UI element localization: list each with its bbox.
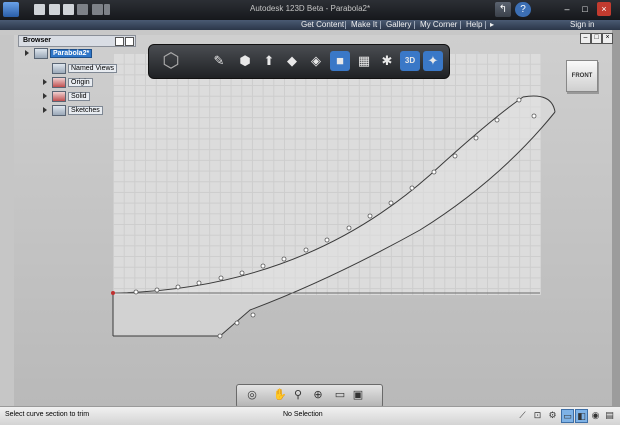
component-icon <box>34 48 48 59</box>
shaded-mode-icon[interactable]: ◧ <box>575 409 588 423</box>
record-icon[interactable]: ◉ <box>590 409 601 421</box>
origin-point[interactable] <box>111 291 115 295</box>
tree-node-named-views[interactable]: Named Views <box>52 63 118 74</box>
tree-node-origin[interactable]: Origin <box>52 77 93 88</box>
hidden-folder-icon <box>52 91 66 102</box>
display-mode-icon[interactable]: ▭ <box>561 409 574 423</box>
lock-icon[interactable]: ⊡ <box>532 409 543 421</box>
group-icon[interactable]: ■ <box>330 51 350 71</box>
zoom-icon[interactable]: ⚲ <box>291 388 305 403</box>
pin-icon[interactable] <box>115 37 124 46</box>
combine-icon[interactable]: ▦ <box>354 51 374 71</box>
primitive-box-icon[interactable]: ⬢ <box>235 51 255 71</box>
pattern-icon[interactable]: ◈ <box>306 51 326 71</box>
folder-icon <box>52 105 66 116</box>
view-cube[interactable]: FRONT <box>566 60 598 92</box>
extrude-icon[interactable]: ⬆ <box>259 51 279 71</box>
tree-root-label: Parabola2* <box>50 49 93 58</box>
navigation-bar: ◎ ✋ ⚲ ⊕ ▭ ▣ <box>236 384 383 408</box>
browser-title: Browser <box>23 37 52 44</box>
browser-close-icon[interactable] <box>125 37 134 46</box>
status-message: Select curve section to trim <box>5 411 90 418</box>
view-cube-menu-icon[interactable]: ⬡ <box>159 49 183 73</box>
tree-root[interactable]: Parabola2* <box>34 48 93 59</box>
pencil-sketch-icon[interactable]: ✎ <box>209 51 229 71</box>
browser-header: Browser <box>18 35 136 47</box>
visual-style-icon[interactable]: ▣ <box>351 388 365 403</box>
hidden-folder-icon <box>52 77 66 88</box>
tree-node-solid[interactable]: Solid <box>52 91 90 102</box>
fit-icon[interactable]: ⊕ <box>311 388 325 403</box>
expand-triangle-icon[interactable] <box>25 50 29 56</box>
layout-icon[interactable]: ▤ <box>604 409 615 421</box>
folder-icon <box>52 63 66 74</box>
grid-snap-icon[interactable]: ⟋ <box>517 409 528 421</box>
expand-triangle-icon[interactable] <box>43 93 47 99</box>
text-3d-icon[interactable]: 3D <box>400 51 420 71</box>
tool-ribbon: ⬡ ✎ ⬢ ⬆ ◆ ◈ ■ ▦ ✱ 3D ✦ <box>148 44 450 79</box>
status-bar: Select curve section to trim No Selectio… <box>0 406 620 425</box>
expand-triangle-icon[interactable] <box>43 107 47 113</box>
settings-icon[interactable]: ⚙ <box>547 409 558 421</box>
materials-icon[interactable]: ✦ <box>423 51 443 71</box>
tree-node-sketches[interactable]: Sketches <box>52 105 103 116</box>
browser-panel: Browser Parabola2* Named Views Origin So… <box>18 35 136 125</box>
selection-status: No Selection <box>283 411 323 418</box>
expand-triangle-icon[interactable] <box>43 79 47 85</box>
pan-icon[interactable]: ✋ <box>273 388 287 403</box>
snap-icon[interactable]: ✱ <box>377 51 397 71</box>
orbit-icon[interactable]: ◎ <box>245 388 259 403</box>
modify-icon[interactable]: ◆ <box>282 51 302 71</box>
view-mode-icon[interactable]: ▭ <box>333 388 347 403</box>
